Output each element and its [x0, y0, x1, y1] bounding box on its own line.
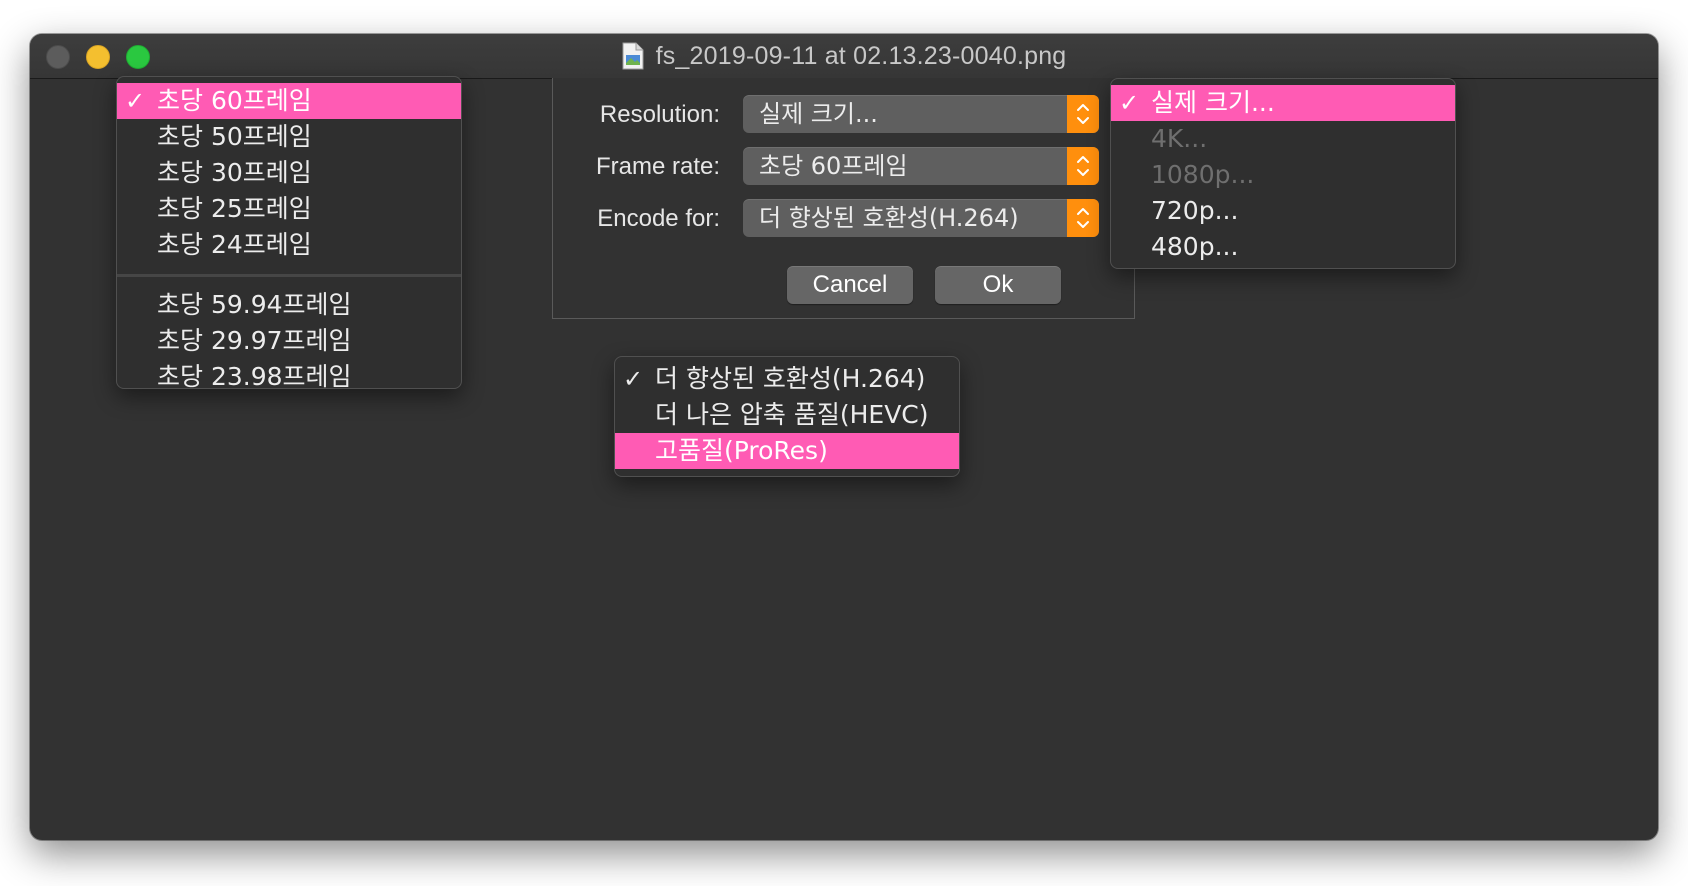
ok-button[interactable]: Ok — [935, 266, 1061, 304]
menu-item-label: 초당 23.98프레임 — [157, 362, 352, 389]
menu-item-label: 초당 30프레임 — [157, 158, 312, 187]
checkmark-icon: ✓ — [125, 87, 146, 115]
encode-for-popup[interactable]: 더 향상된 호환성(H.264) — [743, 199, 1099, 237]
menu-item[interactable]: 480p... — [1111, 229, 1455, 265]
cancel-button[interactable]: Cancel — [787, 266, 913, 304]
menu-item-label: 더 나은 압축 품질(HEVC) — [655, 400, 929, 429]
menu-item[interactable]: 초당 29.97프레임 — [117, 323, 461, 359]
title-bar[interactable]: fs_2019-09-11 at 02.13.23-0040.png — [30, 34, 1658, 79]
menu-item-label: 4K... — [1151, 124, 1208, 153]
menu-item-label: 초당 29.97프레임 — [157, 326, 352, 355]
app-window: fs_2019-09-11 at 02.13.23-0040.png ✓ 초당 6… — [30, 34, 1658, 840]
menu-item[interactable]: ✓ 더 향상된 호환성(H.264) — [615, 361, 959, 397]
menu-item-label: 초당 60프레임 — [157, 86, 312, 115]
checkmark-icon: ✓ — [623, 365, 644, 393]
encode-for-label: Encode for: — [597, 205, 720, 232]
encode-for-value: 더 향상된 호환성(H.264) — [759, 204, 1019, 232]
export-dialog: Resolution: 실제 크기... Frame rate: 초당 60프레… — [552, 78, 1135, 319]
menu-item[interactable]: 초당 30프레임 — [117, 155, 461, 191]
menu-item[interactable]: ✓ 실제 크기... — [1111, 85, 1455, 121]
frame-rate-popup[interactable]: 초당 60프레임 — [743, 147, 1099, 185]
menu-item[interactable]: 초당 25프레임 — [117, 191, 461, 227]
stepper-arrows-icon — [1067, 199, 1099, 237]
menu-separator — [117, 274, 461, 277]
menu-item-label: 480p... — [1151, 232, 1239, 261]
frame-rate-value: 초당 60프레임 — [759, 152, 908, 180]
menu-item-label: 초당 24프레임 — [157, 230, 312, 259]
menu-item-label: 더 향상된 호환성(H.264) — [655, 364, 926, 393]
menu-item[interactable]: 초당 50프레임 — [117, 119, 461, 155]
menu-item[interactable]: 초당 59.94프레임 — [117, 287, 461, 323]
menu-item-label: 초당 25프레임 — [157, 194, 312, 223]
menu-item[interactable]: 고품질(ProRes) — [615, 433, 959, 469]
menu-item[interactable]: 더 나은 압축 품질(HEVC) — [615, 397, 959, 433]
stepper-arrows-icon — [1067, 95, 1099, 133]
menu-item[interactable]: 초당 23.98프레임 — [117, 359, 461, 389]
encode-for-menu: ✓ 더 향상된 호환성(H.264) 더 나은 압축 품질(HEVC) 고품질(Pro… — [614, 356, 960, 477]
frame-rate-menu: ✓ 초당 60프레임초당 50프레임초당 30프레임초당 25프레임초당 24프레… — [116, 76, 462, 389]
menu-item[interactable]: 초당 24프레임 — [117, 227, 461, 263]
resolution-menu: ✓ 실제 크기... 4K... 1080p... 720p... 480p... — [1110, 78, 1456, 269]
menu-item-label: 고품질(ProRes) — [655, 436, 828, 465]
menu-item-label: 초당 50프레임 — [157, 122, 312, 151]
menu-item: 1080p... — [1111, 157, 1455, 193]
window-title: fs_2019-09-11 at 02.13.23-0040.png — [655, 41, 1067, 70]
stepper-arrows-icon — [1067, 147, 1099, 185]
menu-item[interactable]: 720p... — [1111, 193, 1455, 229]
checkmark-icon: ✓ — [1119, 89, 1140, 117]
menu-item: 4K... — [1111, 121, 1455, 157]
menu-item-label: 720p... — [1151, 196, 1239, 225]
frame-rate-label: Frame rate: — [595, 153, 720, 180]
resolution-popup[interactable]: 실제 크기... — [743, 95, 1099, 133]
menu-item-label: 1080p... — [1151, 160, 1255, 189]
menu-item[interactable]: ✓ 초당 60프레임 — [117, 83, 461, 119]
png-document-icon — [622, 42, 644, 70]
menu-item-label: 실제 크기... — [1151, 88, 1275, 117]
resolution-label: Resolution: — [599, 101, 720, 128]
resolution-value: 실제 크기... — [759, 100, 878, 128]
menu-item-label: 초당 59.94프레임 — [157, 290, 352, 319]
title-container: fs_2019-09-11 at 02.13.23-0040.png — [30, 34, 1658, 78]
